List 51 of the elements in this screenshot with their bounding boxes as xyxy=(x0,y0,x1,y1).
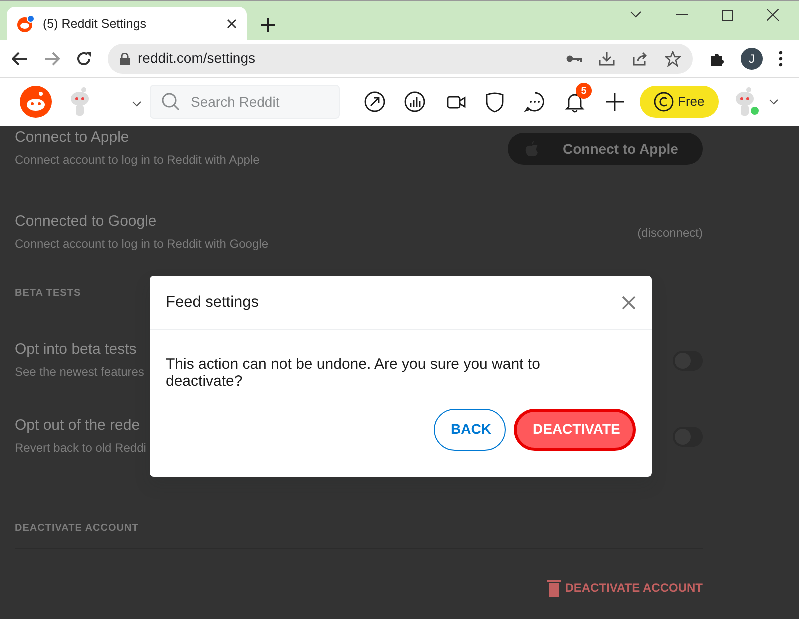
chevron-down-icon[interactable] xyxy=(132,101,142,107)
disconnect-link[interactable]: (disconnect) xyxy=(638,224,703,242)
minimize-icon[interactable] xyxy=(676,14,688,16)
dialog-message: This action can not be undone. Are you sure you want to deactivate? xyxy=(165,355,542,390)
chevron-down-icon[interactable] xyxy=(768,99,779,105)
setting-description: Connect account to log in to Reddit with Google xyxy=(15,236,268,253)
close-icon[interactable] xyxy=(767,9,779,21)
url-text: reddit.com/settings xyxy=(138,49,256,68)
section-label: BETA TESTS xyxy=(15,287,82,301)
reload-icon[interactable] xyxy=(76,50,92,66)
notification-badge: 5 xyxy=(576,83,592,99)
close-icon[interactable] xyxy=(227,19,237,29)
setting-description: See the newest features xyxy=(15,364,144,381)
download-icon[interactable] xyxy=(599,50,615,66)
back-button[interactable]: BACK xyxy=(434,408,506,450)
reddit-logo-icon[interactable] xyxy=(20,86,52,118)
share-icon[interactable] xyxy=(632,50,648,66)
chat-icon[interactable] xyxy=(524,91,546,113)
chevron-down-icon[interactable] xyxy=(630,11,642,19)
forward-arrow-icon[interactable] xyxy=(44,52,60,66)
setting-description: Revert back to old Reddi xyxy=(15,440,146,457)
new-tab-icon[interactable] xyxy=(261,18,275,32)
bar-chart-icon[interactable] xyxy=(404,91,426,113)
setting-title: Connect to Apple xyxy=(15,129,130,147)
maximize-icon[interactable] xyxy=(722,10,733,20)
connect-apple-button[interactable]: Connect to Apple xyxy=(508,133,703,165)
trash-icon xyxy=(547,579,562,597)
search-field[interactable]: Search Reddit xyxy=(150,85,340,119)
more-options-icon[interactable] xyxy=(779,50,783,66)
plus-icon[interactable] xyxy=(604,91,626,113)
lock-icon xyxy=(120,52,130,64)
mascot-icon[interactable] xyxy=(68,87,92,117)
key-icon[interactable] xyxy=(566,54,582,62)
back-arrow-icon[interactable] xyxy=(12,52,28,66)
star-icon[interactable] xyxy=(665,50,681,66)
address-bar[interactable]: reddit.com/settings xyxy=(108,44,693,74)
deactivate-button[interactable]: DEACTIVATE xyxy=(514,408,636,450)
setting-title: Opt out of the rede xyxy=(15,417,142,435)
setting-title: Opt into beta tests xyxy=(15,341,138,359)
browser-tab[interactable]: (5) Reddit Settings xyxy=(7,7,247,41)
setting-title: Connected to Google xyxy=(15,213,158,231)
section-label: DEACTIVATE ACCOUNT xyxy=(15,522,139,536)
coins-button[interactable]: Free xyxy=(640,86,719,118)
coin-icon xyxy=(654,92,674,112)
profile-avatar[interactable]: J xyxy=(741,48,763,70)
shield-icon[interactable] xyxy=(484,91,506,113)
setting-description: Connect account to log in to Reddit with Apple xyxy=(15,152,260,169)
dialog-title: Feed settings xyxy=(166,292,260,313)
deactivate-account-button[interactable]: DEACTIVATE ACCOUNT xyxy=(547,579,703,597)
search-icon xyxy=(162,93,180,111)
tab-title: (5) Reddit Settings xyxy=(43,16,148,33)
